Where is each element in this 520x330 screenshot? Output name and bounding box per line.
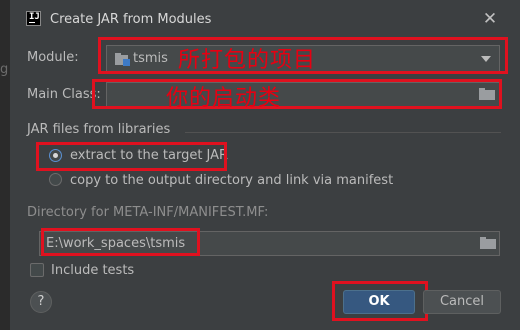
module-annotation: 所打包的项目: [178, 48, 317, 73]
background-letter: g: [0, 62, 9, 77]
libraries-section-title: JAR files from libraries: [27, 122, 171, 137]
module-label: Module:: [27, 50, 79, 65]
include-tests-checkbox[interactable]: [30, 263, 44, 277]
intellij-app-icon: IJ: [26, 11, 41, 26]
extract-radio[interactable]: [49, 149, 62, 162]
manifest-browse-folder-icon[interactable]: [480, 237, 496, 249]
cancel-button[interactable]: Cancel: [423, 290, 501, 314]
create-jar-dialog: IJ Create JAR from Modules ✕ Module: tsm…: [10, 0, 520, 330]
manifest-dir-input[interactable]: E:\work_spaces\tsmis: [39, 231, 500, 256]
module-folder-icon: [115, 53, 130, 66]
help-button[interactable]: ?: [30, 291, 52, 313]
window-title: Create JAR from Modules: [50, 12, 212, 27]
module-value: tsmis: [133, 51, 168, 66]
manifest-dir-value: E:\work_spaces\tsmis: [46, 236, 186, 251]
main-class-label: Main Class:: [27, 87, 101, 102]
browse-folder-icon[interactable]: [479, 88, 495, 100]
copy-radio[interactable]: [49, 173, 62, 186]
ok-button[interactable]: OK: [343, 290, 415, 314]
extract-option-label[interactable]: extract to the target JAR: [70, 148, 228, 163]
chevron-down-icon: [481, 56, 491, 62]
section-separator: [185, 132, 501, 133]
include-tests-label[interactable]: Include tests: [51, 263, 134, 278]
title-bar: IJ Create JAR from Modules ✕: [10, 0, 520, 40]
main-class-annotation: 你的启动类: [166, 86, 282, 111]
close-icon[interactable]: ✕: [480, 9, 500, 29]
manifest-dir-label: Directory for META-INF/MANIFEST.MF:: [27, 205, 269, 220]
background-editor-edge: g: [0, 0, 10, 330]
copy-option-label[interactable]: copy to the output directory and link vi…: [70, 173, 393, 188]
